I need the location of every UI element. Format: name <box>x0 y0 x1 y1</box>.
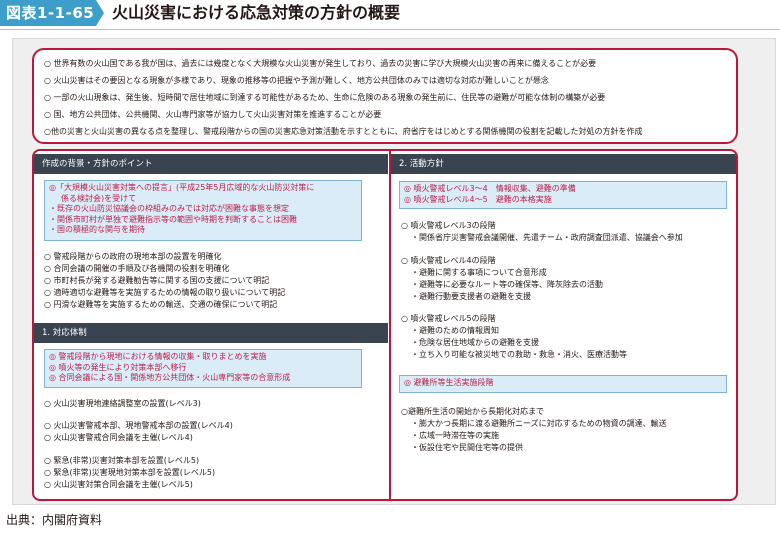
background-box-line: ・関係市町村が単独で避難指示等の範囲や時期を判断することは困難 <box>49 214 297 224</box>
background-point: ○ 合同会議の開催の手順及び各機関の役割を明確化 <box>44 264 230 273</box>
figure-label: 図表1-1-65 <box>0 0 96 26</box>
shelter-item: ・膨大かつ長期に渡る避難所ニーズに対応するための物資の調達、輸送 <box>411 419 667 428</box>
header-rule <box>0 29 780 30</box>
level5-item: ・避難のための情報周知 <box>411 326 499 335</box>
background-point: ○ 適時適切な避難等を実施するための情報の取り扱いについて明記 <box>44 288 286 297</box>
source-note: 出典：内閣府資料 <box>6 513 103 527</box>
level3-item: ・関係省庁災害警戒会議開催、先遣チーム・政府調査団派遣、協議会へ参加 <box>411 233 683 242</box>
level5-item: ・危険な居住地域からの避難を支援 <box>411 338 539 347</box>
background-point: ○ 市町村長が発する避難勧告等に関する国の支援について明記 <box>44 276 270 285</box>
level3-heading: ○ 噴火警戒レベル3の段階 <box>401 221 496 230</box>
overview-box: ○ 世界有数の火山国である我が国は、過去には幾度となく大規模な火山災害が発生して… <box>32 48 738 144</box>
structure-item: ○ 火山災害警戒本部、現地警戒本部の設置(レベル4) <box>44 421 233 430</box>
background-header: 作成の背景・方針のポイント <box>34 154 388 174</box>
background-box-line: ・国の積極的な関与を期待 <box>49 225 145 234</box>
structure-box-line: ◎ 合同会議による国・関係地方公共団体・火山専門家等の合意形成 <box>49 373 291 382</box>
activities-box-line: ◎ 噴火警戒レベル4～5 避難の本格実施 <box>404 194 552 204</box>
activities-box: ◎ 噴火警戒レベル3～4 情報収集、避難の準備 ◎ 噴火警戒レベル4～5 避難の… <box>399 181 727 209</box>
overview-line: ○他の災害と火山災害の異なる点を整理し、警戒段階からの国の災害応急対策活動を示す… <box>44 127 643 136</box>
background-box-line: 係る検討会)を受けて <box>61 193 137 203</box>
activities-header: 2. 活動方針 <box>391 154 736 174</box>
column-divider <box>389 151 391 499</box>
structure-box-line: ◎ 警戒段階から現地における情報の収集・取りまとめを実施 <box>49 352 267 361</box>
structure-box: ◎ 警戒段階から現地における情報の収集・取りまとめを実施 ◎ 噴火等の発生により… <box>44 349 362 388</box>
structure-item: ○ 火山災害現地連絡調整室の設置(レベル3) <box>44 399 201 408</box>
background-box: ◎「大規模火山災害対策への提言」(平成25年5月広域的な火山防災対策に 係る検討… <box>44 180 362 241</box>
structure-item: ○ 火山災害警戒合同会議を主催(レベル4) <box>44 433 193 442</box>
shelter-box: ◎ 避難所等生活実施段階 <box>399 375 727 393</box>
overview-line: ○ 世界有数の火山国である我が国は、過去には幾度となく大規模な火山災害が発生して… <box>44 59 597 68</box>
overview-line: ○ 一部の火山現象は、発生後、短時間で居住地域に到達する可能性があるため、生命に… <box>44 93 606 102</box>
structure-item: ○ 緊急(非常)災害対策本部を設置(レベル5) <box>44 456 200 465</box>
level4-item: ・避難に関する事項について合意形成 <box>411 268 547 277</box>
structure-item: ○ 火山災害対策合同会議を主催(レベル5) <box>44 480 193 489</box>
policy-frame: 作成の背景・方針のポイント ◎「大規模火山災害対策への提言」(平成25年5月広域… <box>32 149 738 501</box>
level4-item: ・避難行動要支援者の避難を支援 <box>411 292 531 301</box>
shelter-box-line: ◎ 避難所等生活実施段階 <box>404 378 494 387</box>
structure-header: 1. 対応体制 <box>34 323 388 343</box>
figure-label-arrow-icon <box>96 0 104 26</box>
shelter-heading: ○避難所生活の開始から長期化対応まで <box>401 407 544 416</box>
overview-line: ○ 火山災害はその要因となる現象が多様であり、現象の推移等の把握や予測が難しく、… <box>44 76 549 85</box>
level5-item: ・立ち入り可能な被災地での救助・救急・消火、医療活動等 <box>411 350 627 359</box>
overview-line: ○ 国、地方公共団体、公共機関、火山専門家等が協力して火山災害対策を推進すること… <box>44 110 382 119</box>
background-point: ○ 円滑な避難等を実施するための輸送、交通の確保について明記 <box>44 300 278 309</box>
background-point: ○ 警戒段階からの政府の現地本部の設置を明確化 <box>44 252 222 261</box>
shelter-item: ・広域一時滞在等の実施 <box>411 431 499 440</box>
level5-heading: ○ 噴火警戒レベル5の段階 <box>401 314 496 323</box>
figure-header: 図表1-1-65 火山災害における応急対策の方針の概要 <box>0 0 780 30</box>
level4-item: ・避難等に必要なルート等の確保等、降灰除去の活動 <box>411 280 603 289</box>
structure-box-line: ◎ 噴火等の発生により対策本部へ移行 <box>49 362 187 372</box>
level4-heading: ○ 噴火警戒レベル4の段階 <box>401 256 496 265</box>
structure-item: ○ 緊急(非常)災害現地対策本部を設置(レベル5) <box>44 468 216 477</box>
shelter-item: ・仮設住宅や民間住宅等の提供 <box>411 443 523 452</box>
activities-box-line: ◎ 噴火警戒レベル3～4 情報収集、避難の準備 <box>404 184 576 193</box>
figure-title: 火山災害における応急対策の方針の概要 <box>112 3 401 22</box>
background-box-line: ◎「大規模火山災害対策への提言」(平成25年5月広域的な火山防災対策に <box>49 183 315 192</box>
background-box-line: ・既存の火山防災協議会の枠組みのみでは対応が困難な事態を想定 <box>49 204 289 213</box>
